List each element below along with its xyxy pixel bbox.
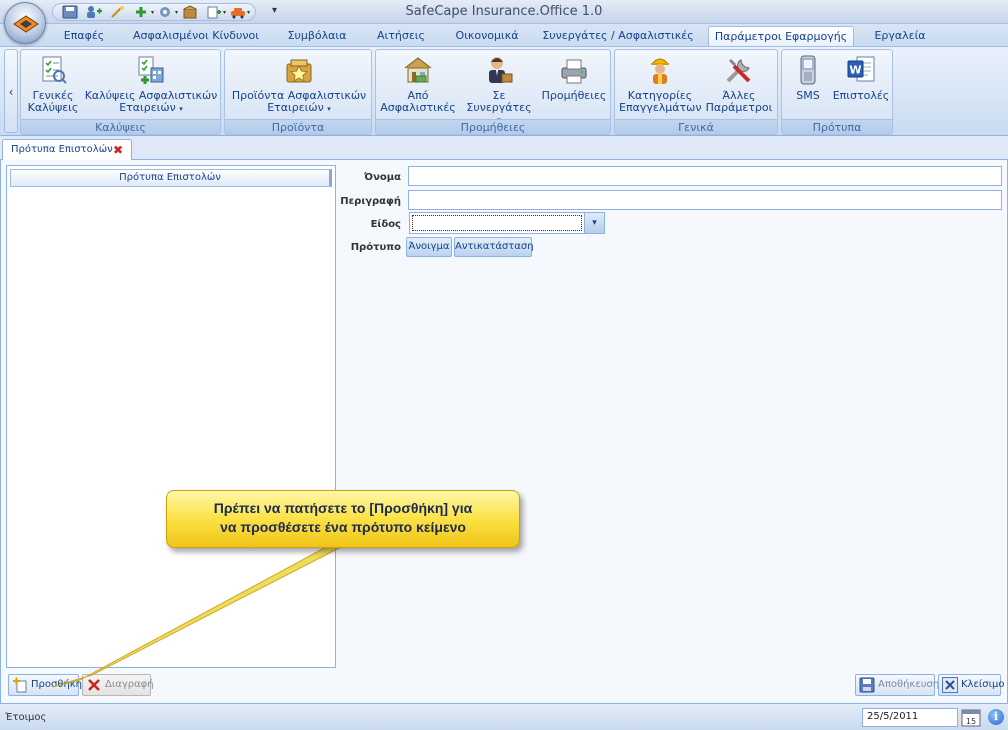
type-label: Είδος [370,219,401,230]
other-parameters-label-line2: Παράμετροι [705,101,773,114]
tab-policies[interactable]: Συμβόλαια [276,26,358,46]
templates-list-header[interactable]: Πρότυπα Επιστολών [10,169,332,187]
ribbon-group-label-templates: Πρότυπα [782,119,892,134]
company-coverages-button[interactable]: Καλύψεις Ασφαλιστικών Εταιρειών ▾ [83,54,219,115]
close-button[interactable]: Κλείσιμο [938,674,1005,696]
name-input[interactable] [408,166,1002,186]
sms-button[interactable]: SMS [786,54,830,102]
floppy-icon [859,677,875,693]
ribbon-group-general: Κατηγορίες Επαγγελμάτων Άλλες Παράμετροι… [614,49,778,135]
replace-button[interactable]: Αντικατάσταση [454,237,534,257]
profession-categories-button[interactable]: Κατηγορίες Επαγγελμάτων [619,54,702,114]
tab-application-parameters[interactable]: Παράμετροι Εφαρμογής [708,26,854,46]
general-coverages-label-line2: Καλύψεις [27,101,79,114]
delete-button-label: Διαγραφή [105,679,154,690]
add-document-icon [12,677,28,693]
tools-icon [723,54,755,86]
save-button-label: Αποθήκευση [878,679,940,690]
close-button-label: Κλείσιμο [961,679,1005,690]
open-button[interactable]: Άνοιγμα [406,237,452,257]
chevron-down-icon: ▾ [179,105,183,113]
company-coverages-label-line2: Εταιρειών [119,101,176,114]
professions-icon [644,54,676,86]
products-icon [283,54,315,86]
status-bar: Έτοιμος 25/5/2011 15 i [0,703,1008,730]
general-coverages-button[interactable]: Γενικές Καλύψεις [25,54,81,114]
main-content: Πρότυπα Επιστολών Όνομα Περιγραφή Είδος … [0,160,1008,703]
status-text: Έτοιμος [5,712,47,723]
info-icon[interactable]: i [988,709,1004,725]
application-menu-button[interactable] [4,2,46,44]
chevron-down-icon: ▾ [327,105,331,113]
sms-label: SMS [796,89,820,102]
ribbon-group-label-products: Προϊόντα [225,119,371,134]
company-products-button[interactable]: Προϊόντα Ασφαλιστικών Εταιρειών ▾ [231,54,367,115]
tab-financials[interactable]: Οικονομικά [444,26,530,46]
from-insurers-button[interactable]: Από Ασφαλιστικές [380,54,456,114]
calendar-day: 15 [966,717,976,726]
other-parameters-button[interactable]: Άλλες Παράμετροι [703,54,775,114]
ribbon-group-label-commissions: Προμήθειες [376,119,610,134]
sms-icon [792,54,824,86]
close-window-icon [942,677,958,693]
ribbon-group-label-general: Γενικά [615,119,777,134]
chevron-down-icon[interactable]: ▾ [584,213,604,233]
company-products-label-line2: Εταιρειών [267,101,324,114]
document-tabs: Πρότυπα Επιστολών ✖ [0,137,1008,161]
description-input[interactable] [408,190,1002,210]
type-select-value [412,215,582,231]
ribbon-group-products: Προϊόντα Ασφαλιστικών Εταιρειών ▾ Προϊόν… [224,49,372,135]
calendar-icon[interactable]: 15 [960,707,982,728]
ribbon-group-templates: SMS W Επιστολές Πρότυπα [781,49,893,135]
add-button-label: Προσθήκη [31,679,83,690]
window-title: SafeCape Insurance.Office 1.0 [405,4,603,19]
tab-partners-insurers[interactable]: Συνεργάτες / Ασφαλιστικές [540,26,696,46]
ribbon: ‹ Γενικές Καλύψεις Καλύψεις Ασφαλιστικών… [0,46,1008,136]
letters-button[interactable]: W Επιστολές [832,54,890,102]
delete-button[interactable]: Διαγραφή [82,674,154,696]
to-partners-label-line1: Σε Συνεργάτες [466,89,532,114]
document-tab-label: Πρότυπα Επιστολών [11,144,113,155]
callout-text-line1: Πρέπει να πατήσετε το [Προσθήκη] για [213,500,473,516]
tab-contacts[interactable]: Επαφές [48,26,120,46]
svg-text:W: W [849,64,861,77]
ribbon-group-coverages: Γενικές Καλύψεις Καλύψεις Ασφαλιστικών Ε… [20,49,221,135]
commissions-label-line1: Προμήθειες [541,89,607,102]
tab-insured-risks[interactable]: Ασφαλισμένοι Κίνδυνοι [128,26,264,46]
ribbon-scroll-left-button[interactable]: ‹ [4,49,18,133]
app-logo-icon [13,15,39,33]
ribbon-group-commissions: Από Ασφαλιστικές Σε Συνεργάτες ▾ Προμήθε… [375,49,611,135]
commissions-icon [558,54,590,86]
tab-applications[interactable]: Αιτήσεις [366,26,436,46]
commissions-button[interactable]: Προμήθειες [540,54,608,102]
to-partners-button[interactable]: Σε Συνεργάτες ▾ [460,54,538,126]
instruction-callout: Πρέπει να πατήσετε το [Προσθήκη] για να … [166,490,520,548]
save-button[interactable]: Αποθήκευση [855,674,939,696]
templates-list[interactable]: Πρότυπα Επιστολών [6,165,336,668]
description-label: Περιγραφή [340,196,401,207]
add-button[interactable]: Προσθήκη [8,674,83,696]
company-coverage-icon [135,54,167,86]
name-label: Όνομα [364,172,401,183]
profession-categories-label-line2: Επαγγελμάτων [619,101,702,114]
from-insurers-icon [402,54,434,86]
to-partners-icon [483,54,515,86]
coverage-checklist-icon [37,54,69,86]
ribbon-group-label-coverages: Καλύψεις [21,119,220,134]
ribbon-tabs: Επαφές Ασφαλισμένοι Κίνδυνοι Συμβόλαια Α… [0,24,1008,46]
from-insurers-label-line2: Ασφαλιστικές [380,101,456,114]
close-icon[interactable]: ✖ [113,143,123,157]
tab-tools[interactable]: Εργαλεία [864,26,936,46]
document-tab-letter-templates[interactable]: Πρότυπα Επιστολών ✖ [2,139,132,161]
delete-icon [86,677,102,693]
letters-label: Επιστολές [832,89,890,102]
template-label: Πρότυπο [350,242,401,253]
word-letter-icon: W [845,54,877,86]
type-select[interactable]: ▾ [409,212,605,234]
callout-text-line2: να προσθέσετε ένα πρότυπο κείμενο [220,519,466,535]
title-bar: ▾ ▾ ▾ ▾ ▾ SafeCape Insurance.Office 1.0 [0,0,1008,24]
date-field[interactable]: 25/5/2011 [862,708,958,727]
